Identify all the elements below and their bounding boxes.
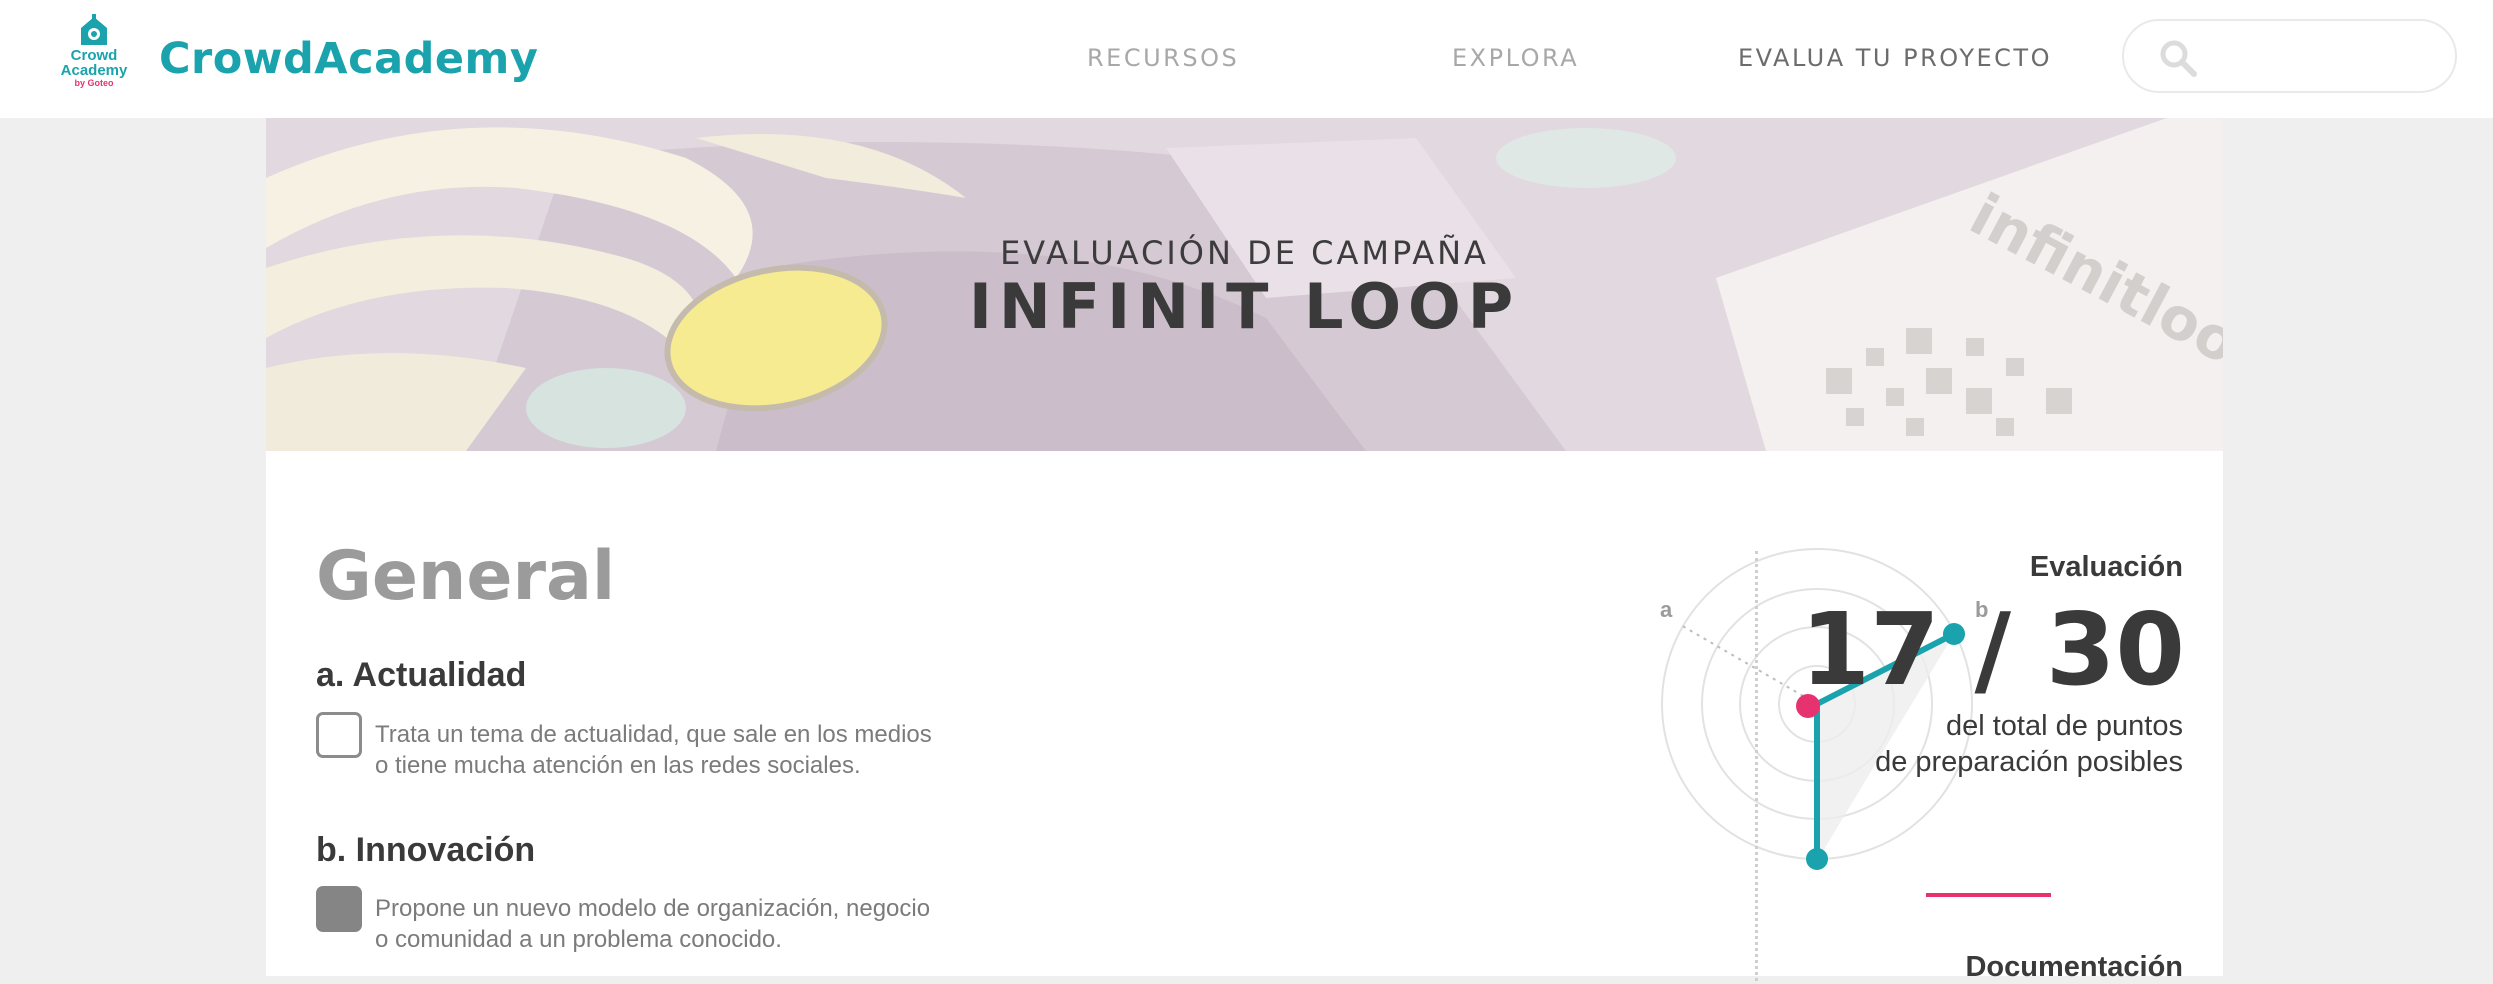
nav-item-recursos[interactable]: RECURSOS (1087, 44, 1239, 72)
evaluation-caption: del total de puntos de preparación posib… (1783, 708, 2183, 780)
search-input[interactable] (2210, 35, 2440, 79)
criterion-a-title: a. Actualidad (316, 656, 527, 694)
criterion-a-line1: Trata un tema de actualidad, que sale en… (375, 721, 932, 748)
column-divider (1755, 551, 1758, 981)
criterion-b-description: Propone un nuevo modelo de organización,… (375, 893, 1015, 955)
criterion-b-title: b. Innovación (316, 831, 536, 869)
criterion-a-checkbox[interactable] (316, 712, 362, 758)
radar-label-a: a (1660, 597, 1673, 622)
hero-subtitle: EVALUACIÓN DE CAMPAÑA (1000, 234, 1489, 272)
crowdacademy-logo[interactable]: Crowd Academy by Goteo (52, 14, 136, 102)
evaluation-score: 17 / 30 (1800, 591, 2185, 708)
top-navbar: Crowd Academy by Goteo CrowdAcademy RECU… (0, 0, 2493, 118)
radar-axis-a (1678, 623, 1818, 705)
brand-name[interactable]: CrowdAcademy (159, 34, 538, 84)
evaluation-card: General a. Actualidad Trata un tema de a… (266, 451, 2223, 983)
logo-text-crowd: Crowd (70, 47, 118, 64)
criterion-b-line1: Propone un nuevo modelo de organización,… (375, 895, 931, 922)
house-logo-icon (81, 14, 107, 45)
evaluation-caption-line2: de preparación posibles (1875, 746, 2183, 778)
criterion-b-checkbox[interactable] (316, 886, 362, 932)
nav-item-explora[interactable]: EXPLORA (1452, 44, 1579, 72)
campaign-hero: infinitloop EVALUACIÓN DE CAMPAÑA INFINI… (266, 118, 2223, 451)
evaluation-label: Evaluación (2029, 551, 2183, 583)
campaign-title: INFINIT LOOP (968, 270, 1521, 343)
logo-text-by-goteo: by Goteo (74, 78, 114, 88)
criterion-a-line2: o tiene mucha atención en las redes soci… (375, 752, 861, 779)
section-title: General (316, 537, 616, 616)
radar-label-c: c (1811, 866, 1823, 871)
accent-divider (1926, 893, 2051, 897)
criterion-b-line2: o comunidad a un problema conocido. (375, 926, 782, 953)
search-box[interactable] (2122, 19, 2457, 93)
evaluation-caption-line1: del total de puntos (1945, 710, 2183, 742)
search-icon[interactable] (2158, 38, 2198, 78)
documentacion-label: Documentación (1965, 951, 2183, 983)
criterion-a-description: Trata un tema de actualidad, que sale en… (375, 719, 1015, 781)
nav-item-evalua-tu-proyecto[interactable]: EVALUA TU PROYECTO (1738, 44, 2052, 72)
logo-text-academy: Academy (60, 62, 128, 79)
